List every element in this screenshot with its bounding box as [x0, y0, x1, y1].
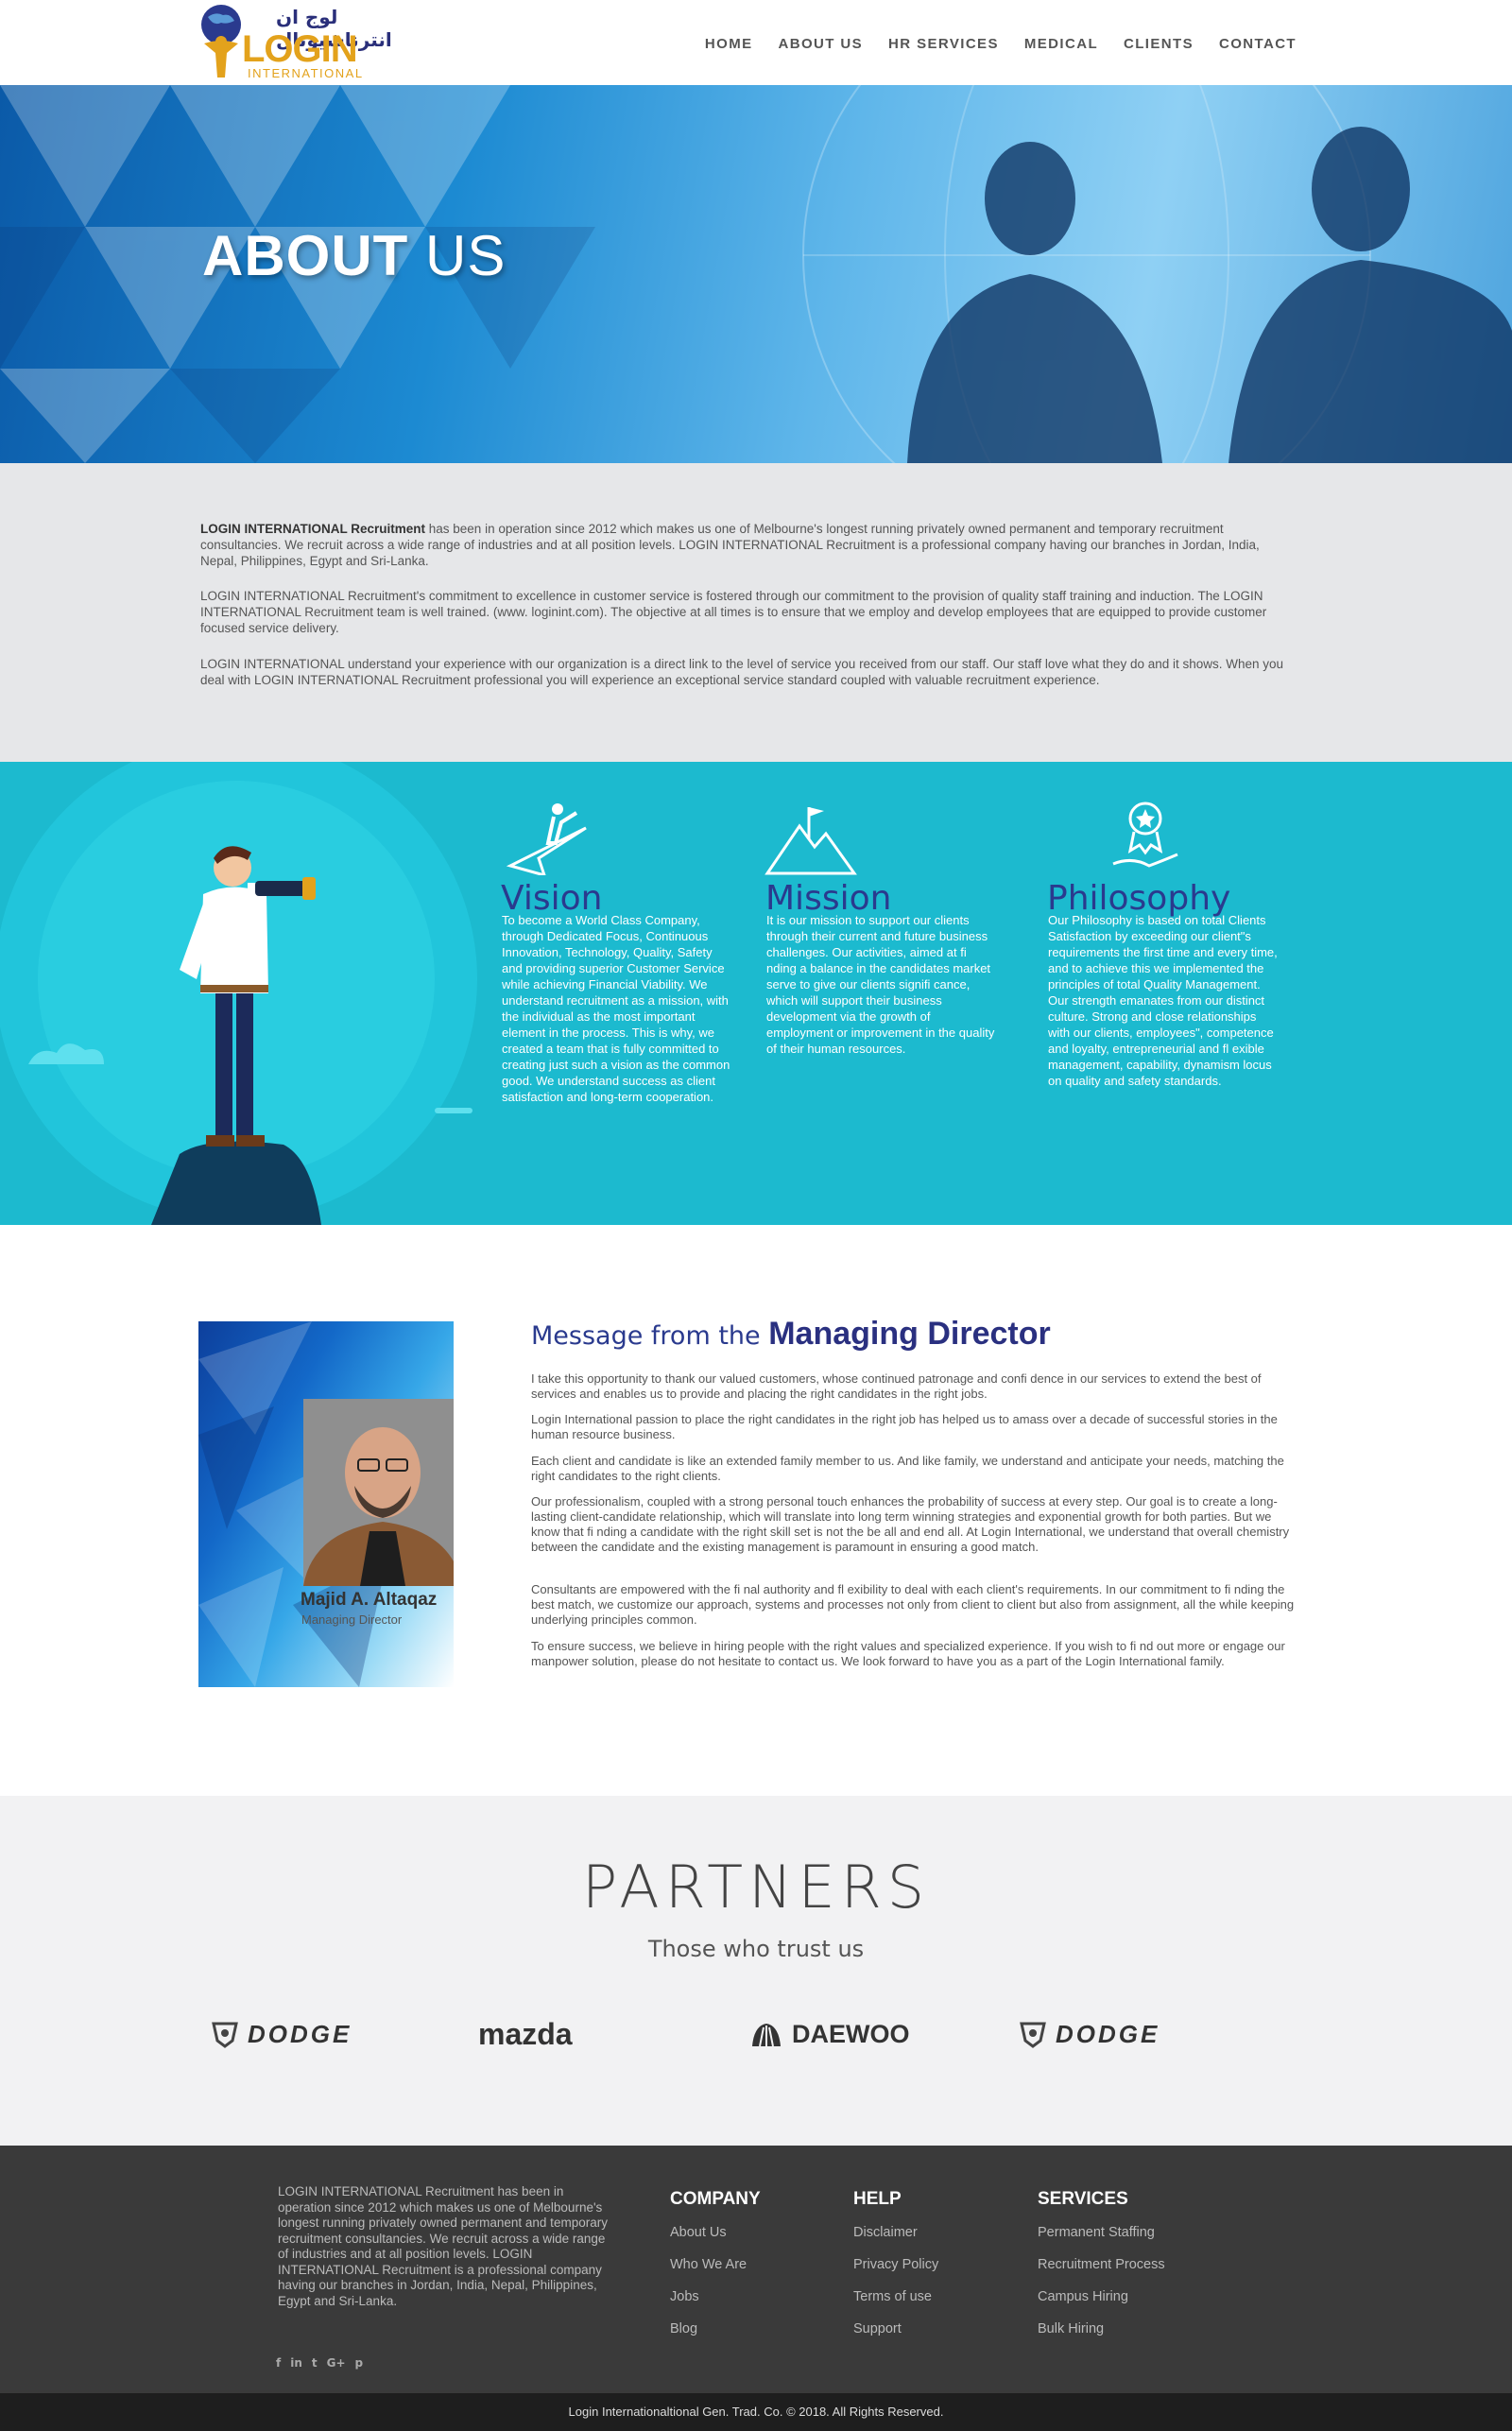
mountain-flag-icon [765, 807, 857, 875]
partners-section [0, 1796, 1512, 2146]
partner-logo-dodge-2-text: DODGE [1056, 2019, 1160, 2048]
director-paragraph-4: Our professionalism, coupled with a stro… [531, 1494, 1290, 1554]
director-photo [303, 1399, 454, 1586]
director-paragraph-6: To ensure success, we believe in hiring … [531, 1639, 1285, 1668]
partner-logo-dodge-1-text: DODGE [248, 2019, 352, 2048]
intro-section: LOGIN INTERNATIONAL Recruitment has been… [0, 463, 1512, 762]
partner-logo-dodge-2[interactable]: DODGE [1018, 2015, 1160, 2053]
telescope-man-illustration [0, 762, 477, 1225]
director-role: Managing Director [301, 1612, 403, 1627]
partner-logo-dodge-1[interactable]: DODGE [210, 2015, 352, 2053]
director-heading: Message from the Managing Director [531, 1316, 1051, 1353]
director-paragraph-3: Each client and candidate is like an ext… [531, 1454, 1284, 1483]
logo-wordmark: LOGIN [242, 28, 358, 70]
twitter-icon[interactable]: t [312, 2356, 318, 2370]
intro-paragraph-1: LOGIN INTERNATIONAL Recruitment has been… [200, 521, 1299, 569]
footer-services-column: SERVICES Permanent Staffing Recruitment … [1038, 2189, 1165, 2353]
director-paragraph-5: Consultants are empowered with the fi na… [531, 1582, 1295, 1627]
footer-help-column: HELP Disclaimer Privacy Policy Terms of … [853, 2189, 938, 2353]
nav-about-us[interactable]: ABOUT US [779, 36, 864, 52]
partner-logo-mazda-text: mazda [478, 2016, 573, 2051]
philosophy-text: Our Philosophy is based on total Clients… [1048, 913, 1278, 1088]
site-header: لوج ان انترناشيونال LOGIN INTERNATIONAL … [0, 0, 1512, 85]
footer-company-column: COMPANY About Us Who We Are Jobs Blog [670, 2189, 761, 2353]
main-nav: HOME ABOUT US HR SERVICES MEDICAL CLIENT… [705, 36, 1297, 52]
nav-contact[interactable]: CONTACT [1219, 36, 1297, 52]
hero-title: ABOUT US [202, 223, 506, 288]
google-plus-icon[interactable]: G+ [327, 2356, 346, 2370]
intro-paragraph-3: LOGIN INTERNATIONAL understand your expe… [200, 657, 1284, 687]
nav-home[interactable]: HOME [705, 36, 753, 52]
vision-text: To become a World Class Company, through… [502, 913, 730, 1104]
footer-link-blog[interactable]: Blog [670, 2321, 761, 2336]
nav-medical[interactable]: MEDICAL [1024, 36, 1098, 52]
footer-link-recruitment-process[interactable]: Recruitment Process [1038, 2257, 1165, 2272]
intro-company-name: LOGIN INTERNATIONAL Recruitment [200, 522, 426, 536]
footer-link-terms-of-use[interactable]: Terms of use [853, 2289, 938, 2304]
daewoo-shell-icon [752, 2024, 781, 2047]
footer-company-title: COMPANY [670, 2189, 761, 2209]
paper-plane-person-icon [506, 803, 587, 875]
footer-link-permanent-staffing[interactable]: Permanent Staffing [1038, 2225, 1165, 2240]
footer-social-links: f in t G+ p [276, 2356, 363, 2370]
values-section: Vision To become a World Class Company, … [0, 762, 1512, 1225]
footer-link-who-we-are[interactable]: Who We Are [670, 2257, 761, 2272]
partners-subtitle: Those who trust us [647, 1936, 865, 1962]
nav-hr-services[interactable]: HR SERVICES [888, 36, 999, 52]
footer-link-campus-hiring[interactable]: Campus Hiring [1038, 2289, 1165, 2304]
director-section: Message from the Managing Director I tak… [0, 1225, 1512, 1796]
globe-person-icon [201, 5, 241, 78]
copyright-bar: Login Internationaltional Gen. Trad. Co.… [0, 2393, 1512, 2431]
logo-subtitle: INTERNATIONAL [248, 66, 364, 80]
director-paragraph-1: I take this opportunity to thank our val… [531, 1371, 1262, 1401]
hero-banner: ABOUT US [0, 85, 1512, 463]
partners-title: PARTNERS [581, 1853, 931, 1922]
footer-link-disclaimer[interactable]: Disclaimer [853, 2225, 938, 2240]
hero-title-bold: ABOUT [202, 224, 409, 287]
company-logo[interactable]: لوج ان انترناشيونال LOGIN INTERNATIONAL [198, 4, 392, 81]
footer-link-jobs[interactable]: Jobs [670, 2289, 761, 2304]
footer-link-privacy-policy[interactable]: Privacy Policy [853, 2257, 938, 2272]
facebook-icon[interactable]: f [276, 2356, 281, 2370]
footer-services-title: SERVICES [1038, 2189, 1128, 2209]
footer-link-support[interactable]: Support [853, 2321, 938, 2336]
director-card [198, 1321, 454, 1687]
footer-link-bulk-hiring[interactable]: Bulk Hiring [1038, 2321, 1165, 2336]
footer-about-text: LOGIN INTERNATIONAL Recruitment has been… [278, 2184, 608, 2308]
mission-text: It is our mission to support our clients… [766, 913, 995, 1056]
director-paragraph-2: Login International passion to place the… [531, 1412, 1278, 1441]
ram-head-icon [1020, 2022, 1046, 2048]
partner-logo-daewoo[interactable]: DAEWOO [748, 2015, 910, 2053]
partner-logo-mazda[interactable]: mazda [478, 2015, 573, 2053]
linkedin-icon[interactable]: in [290, 2356, 302, 2370]
partner-logo-daewoo-text: DAEWOO [792, 2019, 910, 2048]
director-name: Majid A. Altaqaz [301, 1590, 438, 1610]
footer-help-title: HELP [853, 2189, 902, 2209]
director-heading-light: Message from the [531, 1321, 769, 1351]
director-portrait [303, 1399, 454, 1586]
pinterest-icon[interactable]: p [355, 2356, 364, 2370]
ram-head-icon [212, 2022, 238, 2048]
director-heading-bold: Managing Director [768, 1316, 1051, 1352]
hero-title-light: US [424, 224, 507, 287]
footer-link-about-us[interactable]: About Us [670, 2225, 761, 2240]
intro-paragraph-2: LOGIN INTERNATIONAL Recruitment's commit… [200, 589, 1267, 635]
nav-clients[interactable]: CLIENTS [1124, 36, 1194, 52]
award-hand-icon [1112, 802, 1178, 868]
